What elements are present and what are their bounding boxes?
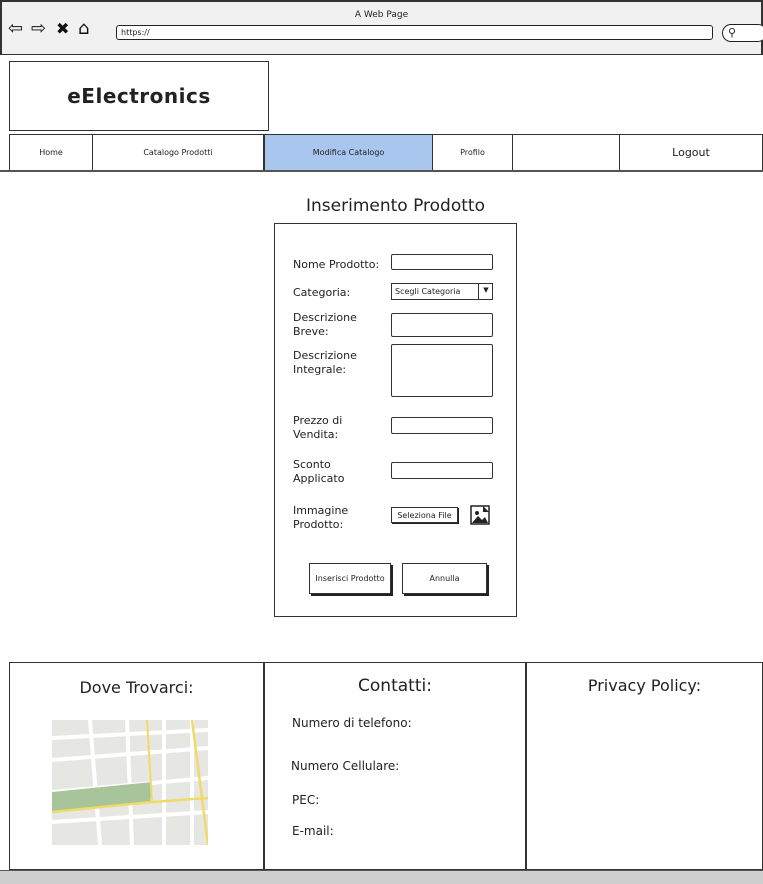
nav-edit-catalog[interactable]: Modifica Catalogo <box>264 134 433 171</box>
home-icon[interactable]: ⌂ <box>78 20 89 38</box>
where-title: Dove Trovarci: <box>79 678 194 697</box>
search-icon: ⚲ <box>728 26 737 39</box>
full-description-textarea[interactable] <box>391 344 493 397</box>
form-title: Inserimento Prodotto <box>306 196 485 216</box>
map-image[interactable] <box>52 720 208 845</box>
window-title: A Web Page <box>354 10 409 20</box>
short-desc-label-2: Breve: <box>293 325 329 338</box>
chevron-down-icon[interactable]: ▼ <box>478 283 493 300</box>
forward-arrow-icon[interactable]: ⇨ <box>31 20 46 38</box>
pec-label: PEC: <box>292 793 320 807</box>
contacts-title: Contatti: <box>358 676 432 696</box>
browser-status-bar <box>0 870 763 884</box>
image-label-1: Immagine <box>293 504 349 517</box>
full-desc-label-1: Descrizione <box>293 349 357 362</box>
nav-logout[interactable]: Logout <box>619 134 763 171</box>
discount-input[interactable] <box>391 462 493 479</box>
nav-empty-slot <box>512 134 620 171</box>
price-label-1: Prezzo di <box>293 414 343 427</box>
nav-catalog[interactable]: Catalogo Prodotti <box>92 134 264 171</box>
nav-home[interactable]: Home <box>9 134 93 171</box>
nav-profile[interactable]: Profilo <box>432 134 513 171</box>
back-arrow-icon[interactable]: ⇦ <box>8 20 23 38</box>
discount-label-2: Applicato <box>293 472 345 485</box>
category-label: Categoria: <box>293 286 351 299</box>
discount-label-1: Sconto <box>293 458 331 471</box>
short-desc-label-1: Descrizione <box>293 311 357 324</box>
full-desc-label-2: Integrale: <box>293 363 347 376</box>
price-input[interactable] <box>391 417 493 434</box>
close-icon[interactable]: ✖ <box>56 20 69 38</box>
cancel-button[interactable]: Annulla <box>402 563 487 594</box>
name-label: Nome Prodotto: <box>293 258 380 271</box>
site-logo[interactable]: eElectronics <box>9 61 269 131</box>
image-icon <box>470 505 490 525</box>
image-label-2: Prodotto: <box>293 518 344 531</box>
mobile-label: Numero Cellulare: <box>291 759 400 773</box>
select-file-button[interactable]: Seleziona File <box>391 507 458 523</box>
insert-product-button[interactable]: Inserisci Prodotto <box>309 563 391 594</box>
phone-label: Numero di telefono: <box>292 716 412 730</box>
short-description-input[interactable] <box>391 313 493 337</box>
price-label-2: Vendita: <box>293 428 339 441</box>
header-divider <box>0 170 763 172</box>
privacy-title[interactable]: Privacy Policy: <box>526 676 763 695</box>
email-label: E-mail: <box>292 824 334 838</box>
url-bar[interactable]: https:// <box>116 25 713 40</box>
product-name-input[interactable] <box>391 254 493 270</box>
